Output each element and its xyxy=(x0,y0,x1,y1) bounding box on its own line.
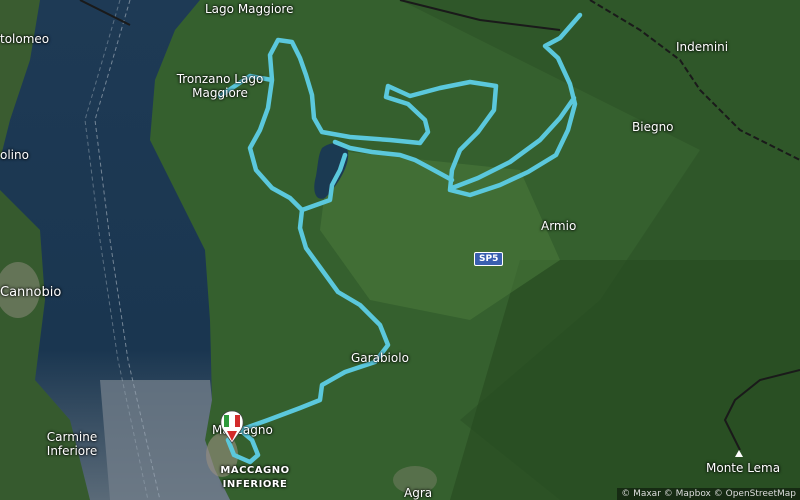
map-view[interactable]: Lago Maggiore tolomeo Tronzano Lago Magg… xyxy=(0,0,800,500)
map-attribution[interactable]: © Maxar © Mapbox © OpenStreetMap xyxy=(617,488,800,500)
satellite-terrain xyxy=(0,0,800,500)
place-tronzano-line2: Maggiore xyxy=(192,86,248,100)
place-biegno: Biegno xyxy=(632,120,674,134)
place-olino: olino xyxy=(0,148,29,162)
place-carmine-line2: Inferiore xyxy=(46,444,98,458)
place-garabiolo: Garabiolo xyxy=(351,351,409,365)
place-carmine-inferiore: Carmine Inferiore xyxy=(47,430,97,458)
start-finish-marker-icon[interactable] xyxy=(219,410,245,444)
road-shield-sp5: SP5 xyxy=(474,252,504,266)
place-tronzano: Tronzano Lago Maggiore xyxy=(177,72,264,100)
place-lago-maggiore: Lago Maggiore xyxy=(205,2,294,16)
place-tolomeo: tolomeo xyxy=(0,32,50,46)
peak-icon xyxy=(735,450,743,457)
place-maccagno-inferiore: MACCAGNO INFERIORE xyxy=(220,464,289,492)
place-carmine-line1: Carmine xyxy=(46,430,98,444)
place-cannobio: Cannobio xyxy=(0,285,62,300)
place-tronzano-line1: Tronzano Lago xyxy=(176,72,264,86)
place-maccagno-inf-line2: INFERIORE xyxy=(222,479,288,490)
place-monte-lema: Monte Lema xyxy=(706,461,781,475)
place-maccagno-inf-line1: MACCAGNO xyxy=(220,465,290,476)
place-armio: Armio xyxy=(541,219,577,233)
place-indemini: Indemini xyxy=(676,40,729,54)
place-agra: Agra xyxy=(404,486,433,500)
